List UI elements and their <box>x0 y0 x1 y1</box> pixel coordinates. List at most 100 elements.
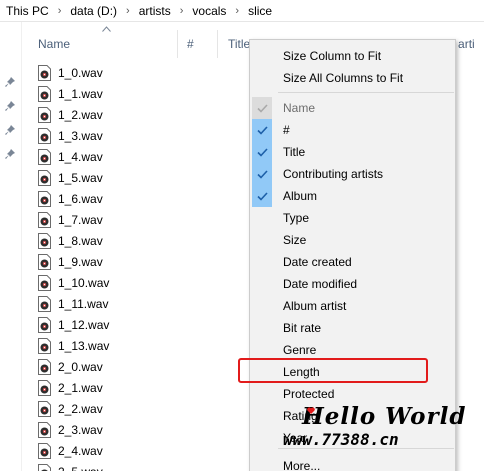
file-row[interactable]: 2_2.wav <box>38 398 258 419</box>
file-name: 1_7.wav <box>58 212 103 227</box>
menu-item-protected[interactable]: Protected <box>250 383 455 405</box>
menu-item-album[interactable]: Album <box>250 185 455 207</box>
file-name: 1_4.wav <box>58 149 103 164</box>
menu-item-date-modified[interactable]: Date modified <box>250 273 455 295</box>
audio-file-icon <box>38 274 51 291</box>
menu-item-label: Title <box>283 145 306 159</box>
checkmark-icon <box>252 163 272 185</box>
column-number[interactable]: # <box>187 37 194 51</box>
file-row[interactable]: 2_5.wav <box>38 461 258 471</box>
file-row[interactable]: 1_7.wav <box>38 209 258 230</box>
menu-item-label: # <box>283 123 290 137</box>
audio-file-icon <box>38 64 51 81</box>
menu-item-date-created[interactable]: Date created <box>250 251 455 273</box>
audio-file-icon <box>38 379 51 396</box>
file-name: 1_8.wav <box>58 233 103 248</box>
file-row[interactable]: 1_11.wav <box>38 293 258 314</box>
column-divider[interactable] <box>177 30 178 58</box>
file-name: 2_1.wav <box>58 380 103 395</box>
menu-separator <box>278 92 454 93</box>
chevron-right-icon[interactable]: › <box>235 5 239 17</box>
menu-item-label: Size <box>283 233 307 247</box>
checkmark-icon <box>252 185 272 207</box>
audio-file-icon <box>38 232 51 249</box>
chevron-right-icon[interactable]: › <box>180 5 184 17</box>
audio-file-icon <box>38 400 51 417</box>
breadcrumb-artists[interactable]: artists <box>139 4 171 18</box>
breadcrumb-this-pc[interactable]: This PC <box>6 4 49 18</box>
menu-item-title[interactable]: Title <box>250 141 455 163</box>
pin-icon[interactable] <box>5 101 15 111</box>
heart-icon <box>307 407 315 414</box>
breadcrumb-data-drive[interactable]: data (D:) <box>70 4 117 18</box>
file-name: 1_0.wav <box>58 65 103 80</box>
audio-file-icon <box>38 211 51 228</box>
file-row[interactable]: 1_3.wav <box>38 125 258 146</box>
file-row[interactable]: 1_2.wav <box>38 104 258 125</box>
menu-item-type[interactable]: Type <box>250 207 455 229</box>
column-title[interactable]: Title <box>228 37 250 51</box>
menu-item-label: Protected <box>283 387 335 401</box>
audio-file-icon <box>38 169 51 186</box>
menu-item-album-artist[interactable]: Album artist <box>250 295 455 317</box>
navigation-pane <box>0 22 22 471</box>
menu-item-bit-rate[interactable]: Bit rate <box>250 317 455 339</box>
breadcrumb-vocals[interactable]: vocals <box>192 4 226 18</box>
file-row[interactable]: 2_0.wav <box>38 356 258 377</box>
column-name[interactable]: Name <box>38 37 70 51</box>
menu-item-label: Type <box>283 211 310 225</box>
file-name: 1_1.wav <box>58 86 103 101</box>
file-name: 1_9.wav <box>58 254 103 269</box>
file-row[interactable]: 1_9.wav <box>38 251 258 272</box>
audio-file-icon <box>38 190 51 207</box>
audio-file-icon <box>38 295 51 312</box>
menu-item-label: Album <box>283 189 318 203</box>
pin-icon[interactable] <box>5 149 15 159</box>
watermark-title: Hello World <box>302 403 467 430</box>
file-list: 1_0.wav 1_1.wav 1_2.wav 1_3.wav 1_4.wav 1_5.w… <box>38 62 258 471</box>
menu-item-name: Name <box>250 97 455 119</box>
pin-icon[interactable] <box>5 125 15 135</box>
audio-file-icon <box>38 85 51 102</box>
file-row[interactable]: 1_10.wav <box>38 272 258 293</box>
menu-item-label: Contributing artists <box>283 167 384 181</box>
audio-file-icon <box>38 421 51 438</box>
pin-icon[interactable] <box>5 77 15 87</box>
menu-item-label: Genre <box>283 343 317 357</box>
menu-item-number[interactable]: # <box>250 119 455 141</box>
file-row[interactable]: 1_5.wav <box>38 167 258 188</box>
file-row[interactable]: 2_4.wav <box>38 440 258 461</box>
file-row[interactable]: 1_4.wav <box>38 146 258 167</box>
menu-item-size-column-to-fit[interactable]: Size Column to Fit <box>250 45 455 67</box>
file-name: 2_4.wav <box>58 443 103 458</box>
menu-item-label: Date modified <box>283 277 358 291</box>
chevron-right-icon[interactable]: › <box>58 5 62 17</box>
menu-item-size[interactable]: Size <box>250 229 455 251</box>
menu-item-size-all-columns-to-fit[interactable]: Size All Columns to Fit <box>250 67 455 89</box>
file-row[interactable]: 1_13.wav <box>38 335 258 356</box>
scrollbar-track[interactable] <box>474 22 484 471</box>
breadcrumb-slice[interactable]: slice <box>248 4 272 18</box>
checkmark-icon <box>252 97 272 119</box>
file-row[interactable]: 2_3.wav <box>38 419 258 440</box>
file-row[interactable]: 1_6.wav <box>38 188 258 209</box>
column-divider[interactable] <box>217 30 218 58</box>
file-row[interactable]: 1_1.wav <box>38 83 258 104</box>
menu-item-more[interactable]: More... <box>250 455 455 471</box>
file-name: 2_5.wav <box>58 465 103 471</box>
menu-item-label: Bit rate <box>283 321 322 335</box>
address-bar[interactable]: This PC › data (D:) › artists › vocals ›… <box>0 0 484 22</box>
checkmark-icon <box>252 119 272 141</box>
file-name: 2_2.wav <box>58 401 103 416</box>
file-name: 2_3.wav <box>58 422 103 437</box>
file-row[interactable]: 2_1.wav <box>38 377 258 398</box>
menu-item-contributing-artists[interactable]: Contributing artists <box>250 163 455 185</box>
file-name: 1_2.wav <box>58 107 103 122</box>
menu-item-label: Name <box>283 101 316 115</box>
audio-file-icon <box>38 106 51 123</box>
audio-file-icon <box>38 337 51 354</box>
file-row[interactable]: 1_0.wav <box>38 62 258 83</box>
file-row[interactable]: 1_8.wav <box>38 230 258 251</box>
file-row[interactable]: 1_12.wav <box>38 314 258 335</box>
chevron-right-icon[interactable]: › <box>126 5 130 17</box>
